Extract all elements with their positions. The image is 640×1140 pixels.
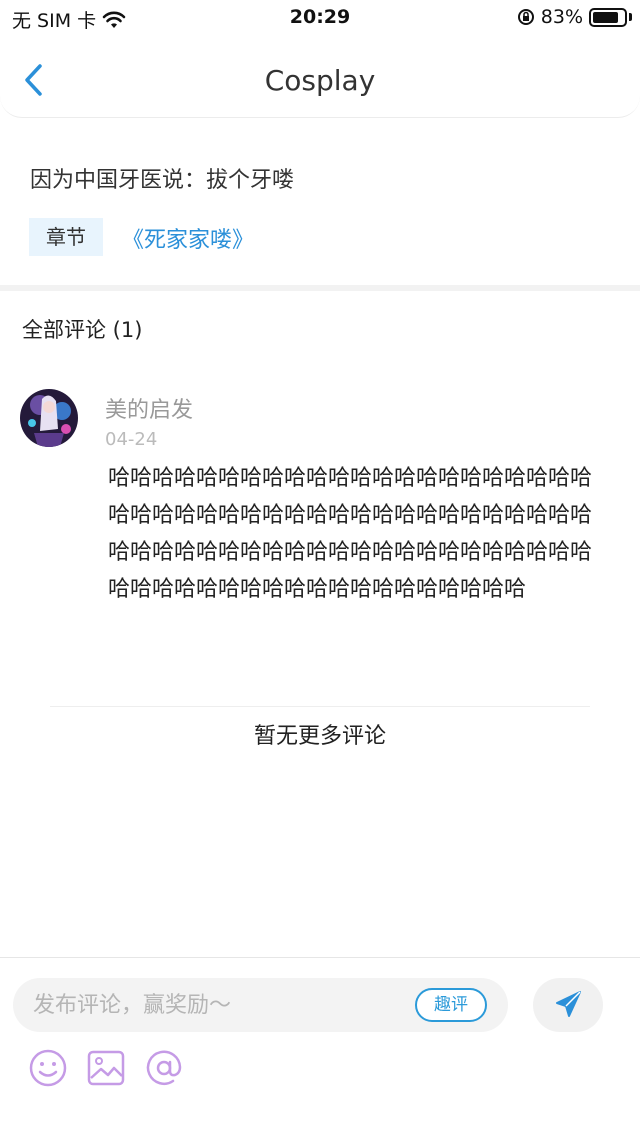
status-right: 83% [517, 6, 632, 28]
chapter-link[interactable]: 《死家家喽》 [122, 222, 254, 254]
comment-date: 04-24 [105, 429, 158, 450]
avatar-image [20, 389, 78, 447]
comment-input-wrap: 趣评 [13, 978, 508, 1032]
image-icon[interactable] [86, 1048, 126, 1088]
comments-header: 全部评论 (1) [22, 318, 143, 342]
comment-composer: 趣评 [0, 957, 640, 1140]
rotation-lock-icon [517, 9, 534, 25]
send-icon [556, 991, 581, 1017]
emoji-icon[interactable] [28, 1048, 68, 1088]
page-title: Cosplay [264, 64, 376, 97]
divider [50, 706, 590, 707]
chapter-tag: 章节 [29, 218, 103, 256]
avatar[interactable] [20, 389, 78, 447]
nav-bar: Cosplay [0, 36, 640, 118]
post-text: 因为中国牙医说：拔个牙喽 [30, 168, 295, 193]
status-bar: 无 SIM 卡 20:29 83% [0, 0, 640, 36]
battery-tip [629, 13, 632, 21]
battery-percent: 83% [540, 6, 583, 28]
battery-icon [589, 7, 627, 27]
comment-body: 哈哈哈哈哈哈哈哈哈哈哈哈哈哈哈哈哈哈哈哈哈哈哈哈哈哈哈哈哈哈哈哈哈哈哈哈哈哈哈哈… [108, 466, 593, 602]
no-more-comments: 暂无更多评论 [253, 724, 386, 749]
battery-level [593, 11, 618, 23]
quping-button[interactable]: 趣评 [415, 988, 487, 1022]
comment-input[interactable] [33, 978, 403, 1032]
at-icon[interactable] [144, 1048, 184, 1088]
section-divider [0, 285, 640, 291]
comment-author[interactable]: 美的启发 [105, 392, 193, 424]
send-button[interactable] [533, 978, 603, 1032]
